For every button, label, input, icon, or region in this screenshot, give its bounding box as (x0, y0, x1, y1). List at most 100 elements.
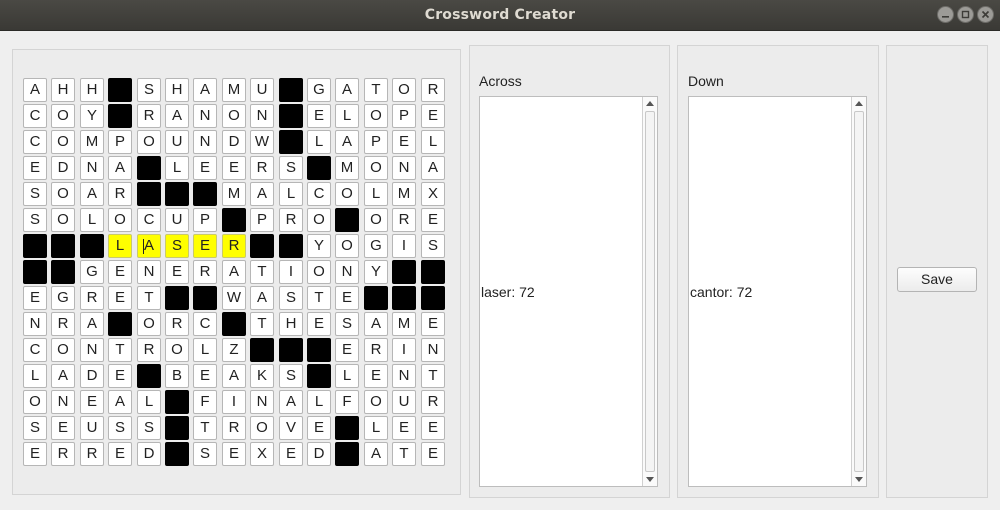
grid-cell[interactable]: T (307, 286, 331, 310)
grid-cell[interactable]: M (80, 130, 104, 154)
grid-cell[interactable]: D (222, 130, 246, 154)
grid-cell[interactable]: R (250, 156, 274, 180)
grid-cell[interactable]: R (80, 442, 104, 466)
grid-cell[interactable]: O (222, 104, 246, 128)
grid-cell[interactable]: R (165, 312, 189, 336)
grid-cell[interactable]: S (23, 416, 47, 440)
grid-cell[interactable]: N (250, 390, 274, 414)
grid-cell[interactable]: E (222, 442, 246, 466)
grid-cell[interactable]: E (193, 364, 217, 388)
grid-cell[interactable]: U (165, 130, 189, 154)
grid-cell[interactable]: L (80, 208, 104, 232)
scroll-up-icon[interactable] (855, 101, 863, 106)
grid-cell[interactable]: N (51, 390, 75, 414)
grid-cell[interactable]: N (392, 364, 416, 388)
grid-cell[interactable]: O (335, 182, 359, 206)
grid-cell[interactable]: N (137, 260, 161, 284)
grid-cell[interactable]: N (80, 338, 104, 362)
grid-cell[interactable]: R (222, 416, 246, 440)
grid-cell[interactable]: R (108, 182, 132, 206)
grid-cell[interactable]: A (421, 156, 445, 180)
grid-cell[interactable]: T (421, 364, 445, 388)
black-cell[interactable] (165, 442, 189, 466)
black-cell[interactable] (222, 208, 246, 232)
grid-cell[interactable]: O (307, 260, 331, 284)
black-cell[interactable] (279, 104, 303, 128)
grid-cell[interactable]: O (364, 208, 388, 232)
grid-cell[interactable]: I (279, 260, 303, 284)
black-cell[interactable] (108, 312, 132, 336)
black-cell[interactable] (108, 78, 132, 102)
grid-cell[interactable]: R (51, 312, 75, 336)
grid-cell[interactable]: L (364, 182, 388, 206)
grid-cell[interactable]: A (222, 260, 246, 284)
grid-cell[interactable]: F (193, 390, 217, 414)
grid-cell[interactable]: O (364, 390, 388, 414)
grid-cell[interactable]: L (307, 130, 331, 154)
black-cell[interactable] (137, 156, 161, 180)
grid-cell[interactable]: T (250, 312, 274, 336)
grid-cell[interactable]: G (80, 260, 104, 284)
grid-cell[interactable]: T (137, 286, 161, 310)
grid-cell[interactable]: A (165, 104, 189, 128)
grid-cell[interactable]: E (279, 442, 303, 466)
grid-cell[interactable]: N (421, 338, 445, 362)
down-entry[interactable]: cantor: 72 (690, 284, 752, 300)
grid-cell[interactable]: E (108, 260, 132, 284)
scroll-thumb[interactable] (854, 111, 864, 472)
grid-cell[interactable]: N (193, 130, 217, 154)
black-cell[interactable] (165, 416, 189, 440)
grid-cell[interactable]: O (335, 234, 359, 258)
black-cell[interactable] (279, 338, 303, 362)
black-cell[interactable] (279, 130, 303, 154)
black-cell[interactable] (250, 234, 274, 258)
grid-cell[interactable]: T (250, 260, 274, 284)
black-cell[interactable] (23, 234, 47, 258)
grid-cell[interactable]: E (23, 442, 47, 466)
black-cell[interactable] (108, 104, 132, 128)
grid-cell[interactable]: P (250, 208, 274, 232)
grid-cell[interactable]: E (165, 260, 189, 284)
grid-cell[interactable]: R (222, 234, 246, 258)
grid-cell[interactable]: S (279, 364, 303, 388)
grid-cell[interactable]: L (335, 364, 359, 388)
grid-cell[interactable]: R (392, 208, 416, 232)
grid-cell[interactable]: O (51, 104, 75, 128)
black-cell[interactable] (51, 260, 75, 284)
grid-cell[interactable]: O (23, 390, 47, 414)
grid-cell[interactable]: C (137, 208, 161, 232)
black-cell[interactable] (137, 364, 161, 388)
grid-cell[interactable]: H (51, 78, 75, 102)
grid-cell[interactable]: N (250, 104, 274, 128)
grid-cell[interactable]: E (222, 156, 246, 180)
black-cell[interactable] (307, 156, 331, 180)
grid-cell[interactable]: S (193, 442, 217, 466)
grid-cell[interactable]: L (279, 182, 303, 206)
grid-cell[interactable]: O (51, 182, 75, 206)
black-cell[interactable] (392, 260, 416, 284)
grid-cell[interactable]: W (250, 130, 274, 154)
grid-cell[interactable]: N (23, 312, 47, 336)
grid-cell[interactable]: T (108, 338, 132, 362)
black-cell[interactable] (279, 78, 303, 102)
grid-cell[interactable]: X (421, 182, 445, 206)
grid-cell[interactable]: N (392, 156, 416, 180)
grid-cell[interactable]: N (335, 260, 359, 284)
grid-cell[interactable]: G (51, 286, 75, 310)
down-scrollbar[interactable] (851, 97, 866, 486)
black-cell[interactable] (51, 234, 75, 258)
grid-cell[interactable]: E (307, 312, 331, 336)
grid-cell[interactable]: E (108, 364, 132, 388)
black-cell[interactable] (335, 208, 359, 232)
black-cell[interactable] (307, 364, 331, 388)
across-list[interactable]: laser: 72 (479, 96, 658, 487)
grid-cell[interactable]: L (193, 338, 217, 362)
grid-cell[interactable]: U (250, 78, 274, 102)
grid-cell[interactable]: E (335, 338, 359, 362)
grid-cell[interactable]: E (23, 156, 47, 180)
save-button[interactable]: Save (897, 267, 977, 292)
grid-cell[interactable]: M (222, 78, 246, 102)
grid-cell[interactable]: O (307, 208, 331, 232)
grid-cell[interactable]: A (335, 130, 359, 154)
grid-cell[interactable]: A (250, 182, 274, 206)
